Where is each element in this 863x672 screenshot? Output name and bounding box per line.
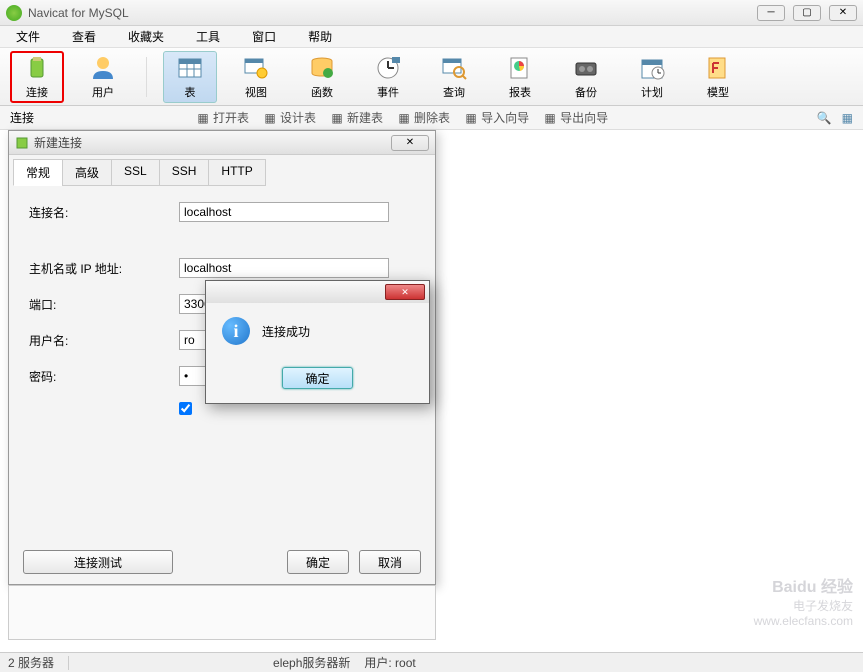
watermark: Baidu 经验 电子发烧友 www.elecfans.com	[754, 573, 853, 628]
toolbar-event-button[interactable]: 事件	[361, 51, 415, 103]
open-table-button[interactable]: ▦打开表	[190, 107, 255, 128]
new-table-icon: ▦	[330, 111, 344, 125]
toolbar-view-button[interactable]: 视图	[229, 51, 283, 103]
minimize-button[interactable]: ─	[757, 5, 785, 21]
menu-help[interactable]: 帮助	[302, 26, 338, 47]
dialog-titlebar: 新建连接 ✕	[9, 131, 435, 155]
msgbox-titlebar: ✕	[206, 281, 429, 303]
workspace: 新建连接 ✕ 常规 高级 SSL SSH HTTP 连接名: 主机名或 IP 地…	[0, 130, 863, 652]
conn-name-label: 连接名:	[29, 204, 179, 221]
backup-icon	[570, 54, 602, 82]
save-password-checkbox[interactable]	[179, 402, 192, 415]
menu-file[interactable]: 文件	[10, 26, 46, 47]
toolbar-backup-button[interactable]: 备份	[559, 51, 613, 103]
schedule-icon	[636, 54, 668, 82]
dialog-close-button[interactable]: ✕	[391, 135, 429, 151]
model-icon	[702, 54, 734, 82]
msgbox-text: 连接成功	[262, 323, 310, 340]
conn-name-input[interactable]	[179, 202, 389, 222]
message-box: ✕ i 连接成功 确定	[205, 280, 430, 404]
dialog-cancel-button[interactable]: 取消	[359, 550, 421, 574]
toolbar-report-button[interactable]: 报表	[493, 51, 547, 103]
connection-icon	[21, 54, 53, 82]
tab-advanced[interactable]: 高级	[62, 159, 112, 186]
msgbox-close-button[interactable]: ✕	[385, 284, 425, 300]
menu-favorites[interactable]: 收藏夹	[122, 26, 170, 47]
host-input[interactable]	[179, 258, 389, 278]
report-icon	[504, 54, 536, 82]
window-controls: ─ ▢ ✕	[757, 5, 857, 21]
grid-view-icon[interactable]: ▦	[842, 111, 853, 125]
tab-ssh[interactable]: SSH	[159, 159, 210, 186]
info-icon: i	[222, 317, 250, 345]
user-label: 用户名:	[29, 332, 179, 349]
test-connection-button[interactable]: 连接测试	[23, 550, 173, 574]
host-label: 主机名或 IP 地址:	[29, 260, 179, 277]
dialog-icon	[15, 136, 29, 150]
function-icon	[306, 54, 338, 82]
panel-divider[interactable]	[8, 585, 436, 640]
menu-tools[interactable]: 工具	[190, 26, 226, 47]
open-table-icon: ▦	[196, 111, 210, 125]
status-servers: 2 服务器	[8, 654, 54, 671]
toolbar-user-button[interactable]: 用户	[76, 51, 130, 103]
toolbar-model-button[interactable]: 模型	[691, 51, 745, 103]
dialog-title: 新建连接	[34, 134, 391, 151]
menubar: 文件 查看 收藏夹 工具 窗口 帮助	[0, 26, 863, 48]
tab-ssl[interactable]: SSL	[111, 159, 160, 186]
main-toolbar: 连接 用户 表 视图 函数 事件 查询 报表 备份 计划 模型	[0, 48, 863, 106]
statusbar: 2 服务器 eleph服务器新 用户: root	[0, 652, 863, 672]
password-label: 密码:	[29, 368, 179, 385]
import-icon: ▦	[464, 111, 478, 125]
tab-http[interactable]: HTTP	[208, 159, 265, 186]
table-icon	[174, 54, 206, 82]
design-table-button[interactable]: ▦设计表	[257, 107, 322, 128]
search-icon[interactable]: 🔍	[817, 111, 832, 125]
new-table-button[interactable]: ▦新建表	[324, 107, 389, 128]
app-icon	[6, 5, 22, 21]
toolbar-separator	[146, 57, 147, 97]
export-icon: ▦	[543, 111, 557, 125]
menu-view[interactable]: 查看	[66, 26, 102, 47]
connection-panel-label: 连接	[0, 109, 180, 126]
import-wizard-button[interactable]: ▦导入向导	[458, 107, 535, 128]
window-title: Navicat for MySQL	[28, 6, 757, 20]
dialog-tabs: 常规 高级 SSL SSH HTTP	[9, 155, 435, 186]
view-icon	[240, 54, 272, 82]
titlebar: Navicat for MySQL ─ ▢ ✕	[0, 0, 863, 26]
toolbar-query-button[interactable]: 查询	[427, 51, 481, 103]
port-label: 端口:	[29, 296, 179, 313]
status-user: 用户: root	[364, 654, 415, 671]
dialog-ok-button[interactable]: 确定	[287, 550, 349, 574]
msgbox-ok-button[interactable]: 确定	[282, 367, 352, 389]
toolbar-connection-button[interactable]: 连接	[10, 51, 64, 103]
delete-table-button[interactable]: ▦删除表	[391, 107, 456, 128]
export-wizard-button[interactable]: ▦导出向导	[537, 107, 614, 128]
secondary-toolbar: 连接 ▦打开表 ▦设计表 ▦新建表 ▦删除表 ▦导入向导 ▦导出向导 🔍 ▦	[0, 106, 863, 130]
event-icon	[372, 54, 404, 82]
query-icon	[438, 54, 470, 82]
toolbar-schedule-button[interactable]: 计划	[625, 51, 679, 103]
user-icon	[87, 54, 119, 82]
close-button[interactable]: ✕	[829, 5, 857, 21]
toolbar-table-button[interactable]: 表	[163, 51, 217, 103]
dialog-buttons: 连接测试 确定 取消	[9, 550, 435, 574]
tab-general[interactable]: 常规	[13, 159, 63, 186]
toolbar-function-button[interactable]: 函数	[295, 51, 349, 103]
maximize-button[interactable]: ▢	[793, 5, 821, 21]
menu-window[interactable]: 窗口	[246, 26, 282, 47]
design-table-icon: ▦	[263, 111, 277, 125]
delete-table-icon: ▦	[397, 111, 411, 125]
status-server-name: eleph服务器新	[273, 654, 350, 671]
